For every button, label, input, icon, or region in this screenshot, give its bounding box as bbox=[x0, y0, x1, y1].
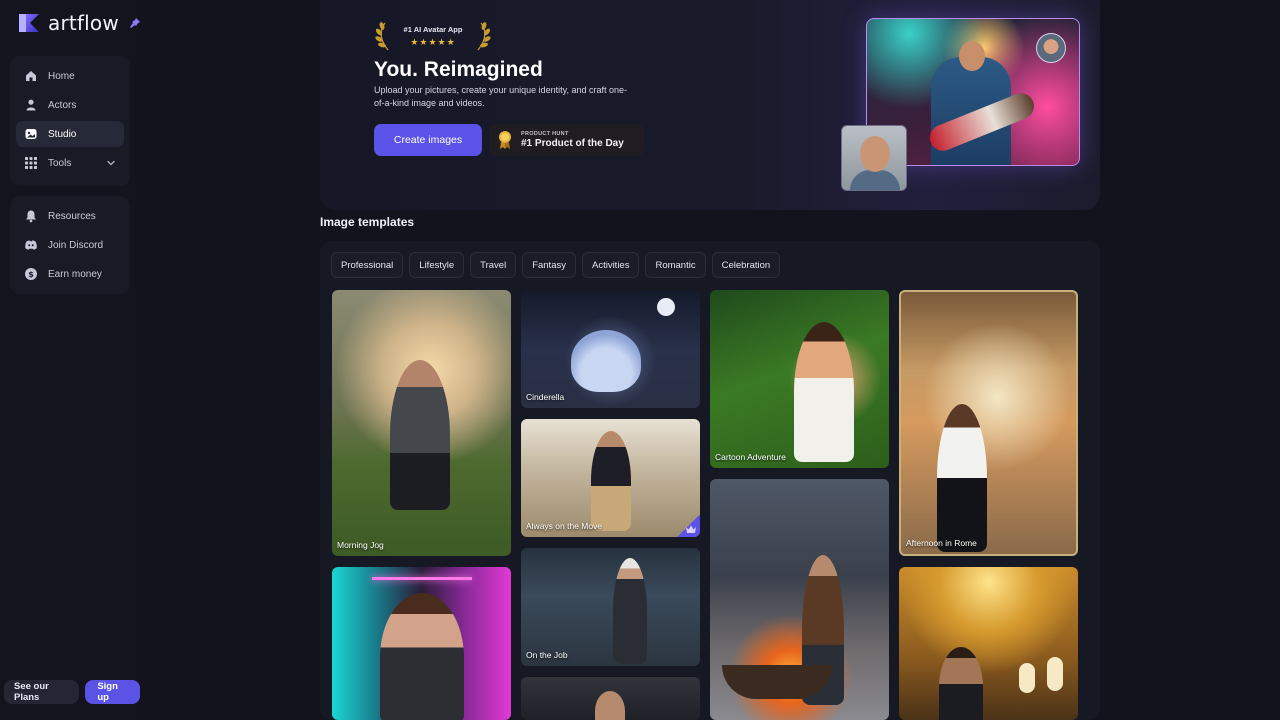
sidebar-item-label: Tools bbox=[48, 157, 72, 169]
template-card-cartoon-adventure[interactable]: Cartoon Adventure bbox=[710, 290, 889, 468]
card-label: Always on the Move bbox=[526, 521, 603, 531]
chevron-down-icon[interactable] bbox=[106, 158, 116, 168]
template-card[interactable] bbox=[710, 479, 889, 720]
worker-figure bbox=[613, 558, 647, 664]
sidebar-item-label: Join Discord bbox=[48, 239, 104, 251]
sidebar-item-label: Earn money bbox=[48, 268, 102, 280]
sidebar-item-resources[interactable]: Resources bbox=[16, 203, 124, 229]
section-title: Image templates bbox=[320, 215, 415, 229]
walker-figure bbox=[591, 431, 631, 531]
template-card-always-on-the-move[interactable]: Always on the Move bbox=[521, 419, 700, 537]
grid-icon bbox=[25, 157, 37, 169]
main-nav: Home Actors Studio Tools bbox=[10, 56, 130, 186]
category-chip-celebration[interactable]: Celebration bbox=[711, 252, 781, 278]
award-text: #1 AI Avatar App bbox=[403, 25, 463, 34]
award-badge: #1 AI Avatar App ★★★★★ bbox=[374, 18, 492, 52]
avatar bbox=[1036, 33, 1066, 63]
dollar-icon: $ bbox=[25, 268, 37, 280]
category-chip-professional[interactable]: Professional bbox=[331, 252, 404, 278]
crown-icon bbox=[686, 525, 696, 533]
template-card-morning-jog[interactable]: Morning Jog bbox=[332, 290, 511, 556]
template-card[interactable] bbox=[899, 567, 1078, 720]
secondary-nav: Resources Join Discord $ Earn money bbox=[10, 196, 130, 294]
discord-icon bbox=[25, 240, 37, 250]
category-chip-travel[interactable]: Travel bbox=[470, 252, 517, 278]
dancer-figure bbox=[571, 330, 641, 392]
product-hunt-title: #1 Product of the Day bbox=[521, 138, 624, 149]
category-filter: Professional Lifestyle Travel Fantasy Ac… bbox=[331, 252, 781, 278]
clock-icon bbox=[657, 298, 675, 316]
hero-subtitle: Upload your pictures, create your unique… bbox=[374, 85, 627, 108]
card-label: On the Job bbox=[526, 650, 568, 660]
svg-text:$: $ bbox=[28, 270, 34, 279]
template-card-cinderella[interactable]: Cinderella bbox=[521, 290, 700, 408]
medal-icon bbox=[499, 131, 511, 149]
sidebar: artflow Home Actors Studio Tools Resourc… bbox=[0, 0, 140, 720]
sign-up-button[interactable]: Sign up bbox=[85, 680, 140, 704]
sidebar-item-discord[interactable]: Join Discord bbox=[16, 232, 124, 258]
sidebar-item-earn-money[interactable]: $ Earn money bbox=[16, 261, 124, 287]
template-card-on-the-job[interactable]: On the Job bbox=[521, 548, 700, 666]
sidebar-item-label: Home bbox=[48, 70, 75, 82]
category-chip-lifestyle[interactable]: Lifestyle bbox=[409, 252, 465, 278]
see-plans-button[interactable]: See our Plans bbox=[4, 680, 80, 704]
figure bbox=[595, 691, 625, 720]
category-chip-activities[interactable]: Activities bbox=[581, 252, 640, 278]
sidebar-item-studio[interactable]: Studio bbox=[16, 121, 124, 147]
premium-badge bbox=[676, 515, 700, 537]
sidebar-item-home[interactable]: Home bbox=[16, 63, 124, 89]
gamer-figure bbox=[380, 593, 464, 720]
artflow-logo-icon bbox=[19, 14, 39, 32]
card-label: Afternoon in Rome bbox=[906, 538, 977, 548]
pin-icon[interactable] bbox=[129, 17, 141, 29]
sidebar-item-tools[interactable]: Tools bbox=[16, 150, 124, 176]
sidebar-item-label: Resources bbox=[48, 210, 96, 222]
sidebar-item-actors[interactable]: Actors bbox=[16, 92, 124, 118]
source-photo-thumbnail bbox=[841, 125, 907, 191]
card-label: Cinderella bbox=[526, 392, 565, 402]
brand-name: artflow bbox=[48, 11, 119, 35]
category-chip-romantic[interactable]: Romantic bbox=[645, 252, 706, 278]
card-label: Cartoon Adventure bbox=[715, 452, 786, 462]
sidebar-item-label: Studio bbox=[48, 128, 77, 140]
artflow-logo[interactable]: artflow bbox=[16, 10, 141, 36]
template-card-afternoon-in-rome[interactable]: Afternoon in Rome bbox=[899, 290, 1078, 556]
fire-pit bbox=[722, 665, 832, 699]
home-icon bbox=[26, 71, 36, 81]
window bbox=[1047, 657, 1063, 691]
window bbox=[1019, 663, 1035, 693]
hero-title: You. Reimagined bbox=[374, 58, 543, 81]
man-figure bbox=[937, 404, 987, 552]
user-icon bbox=[26, 99, 36, 111]
template-card[interactable] bbox=[521, 677, 700, 720]
guitarist-head bbox=[959, 41, 985, 71]
passenger-figure bbox=[939, 647, 983, 720]
product-hunt-badge[interactable]: PRODUCT HUNT #1 Product of the Day bbox=[489, 124, 644, 156]
award-stars: ★★★★★ bbox=[410, 37, 456, 47]
sidebar-footer: See our Plans Sign up bbox=[4, 680, 140, 704]
product-hunt-label: PRODUCT HUNT bbox=[521, 131, 569, 137]
bell-icon bbox=[26, 210, 36, 223]
neon-light bbox=[372, 577, 472, 580]
template-card[interactable] bbox=[332, 567, 511, 720]
product-hunt-text: PRODUCT HUNT #1 Product of the Day bbox=[521, 131, 624, 149]
cartoon-figure bbox=[794, 322, 854, 462]
create-images-button[interactable]: Create images bbox=[374, 124, 482, 156]
studio-icon bbox=[25, 129, 37, 139]
runner-figure bbox=[390, 360, 450, 510]
card-label: Morning Jog bbox=[337, 540, 384, 550]
sidebar-item-label: Actors bbox=[48, 99, 77, 111]
category-chip-fantasy[interactable]: Fantasy bbox=[522, 252, 576, 278]
